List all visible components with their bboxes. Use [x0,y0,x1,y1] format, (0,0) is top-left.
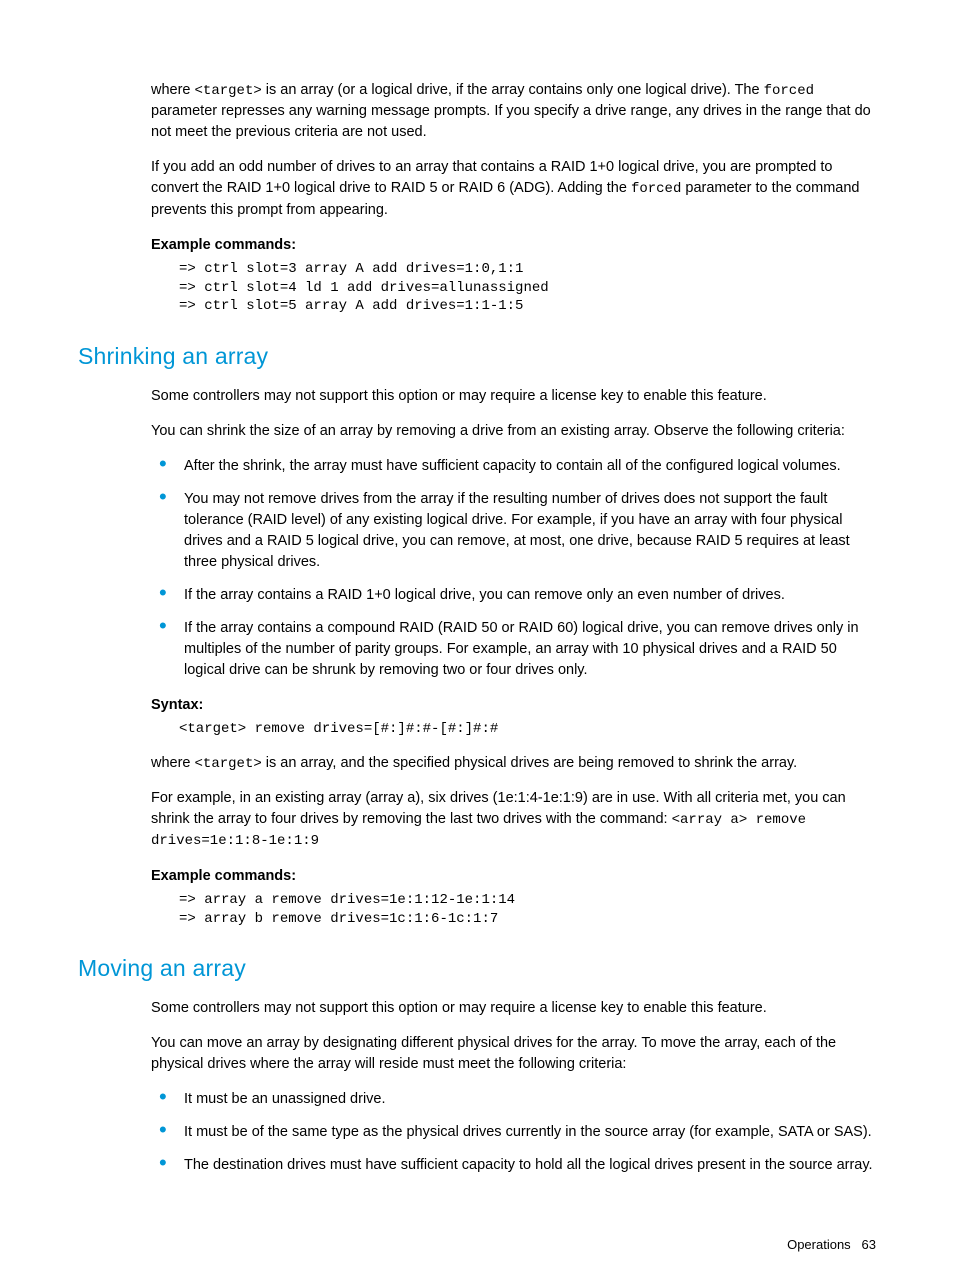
page-footer: Operations 63 [78,1236,876,1255]
code-target: <target> [195,83,262,99]
move-criteria-list: It must be an unassigned drive. It must … [151,1089,876,1176]
intro-section: where <target> is an array (or a logical… [151,80,876,316]
shrink-para-2: You can shrink the size of an array by r… [151,421,876,442]
footer-page-number: 63 [862,1237,876,1252]
intro-para-1: where <target> is an array (or a logical… [151,80,876,143]
move-para-1: Some controllers may not support this op… [151,998,876,1019]
footer-section: Operations [787,1237,851,1252]
code-forced: forced [631,181,681,197]
shrink-section: Some controllers may not support this op… [151,386,876,929]
shrink-para-1: Some controllers may not support this op… [151,386,876,407]
move-para-2: You can move an array by designating dif… [151,1033,876,1075]
heading-shrinking: Shrinking an array [78,340,876,373]
list-item: After the shrink, the array must have su… [151,456,876,477]
example-commands-label: Example commands: [151,866,876,887]
text: where [151,755,195,771]
example-commands-code: => array a remove drives=1e:1:12-1e:1:14… [151,891,876,929]
text: where [151,82,195,98]
list-item: It must be of the same type as the physi… [151,1122,876,1143]
text: is an array (or a logical drive, if the … [262,82,764,98]
list-item: If the array contains a compound RAID (R… [151,618,876,681]
text: is an array, and the specified physical … [262,755,797,771]
intro-para-2: If you add an odd number of drives to an… [151,157,876,220]
list-item: You may not remove drives from the array… [151,489,876,573]
shrink-para-4: For example, in an existing array (array… [151,788,876,852]
list-item: If the array contains a RAID 1+0 logical… [151,585,876,606]
list-item: It must be an unassigned drive. [151,1089,876,1110]
move-section: Some controllers may not support this op… [151,998,876,1176]
shrink-para-3: where <target> is an array, and the spec… [151,753,876,774]
code-target: <target> [195,756,262,772]
list-item: The destination drives must have suffici… [151,1155,876,1176]
text: parameter represses any warning message … [151,103,871,140]
heading-moving: Moving an array [78,952,876,985]
code-forced: forced [764,83,814,99]
example-commands-code: => ctrl slot=3 array A add drives=1:0,1:… [151,260,876,317]
shrink-criteria-list: After the shrink, the array must have su… [151,456,876,681]
syntax-label: Syntax: [151,695,876,716]
example-commands-label: Example commands: [151,235,876,256]
syntax-code: <target> remove drives=[#:]#:#-[#:]#:# [151,720,876,739]
